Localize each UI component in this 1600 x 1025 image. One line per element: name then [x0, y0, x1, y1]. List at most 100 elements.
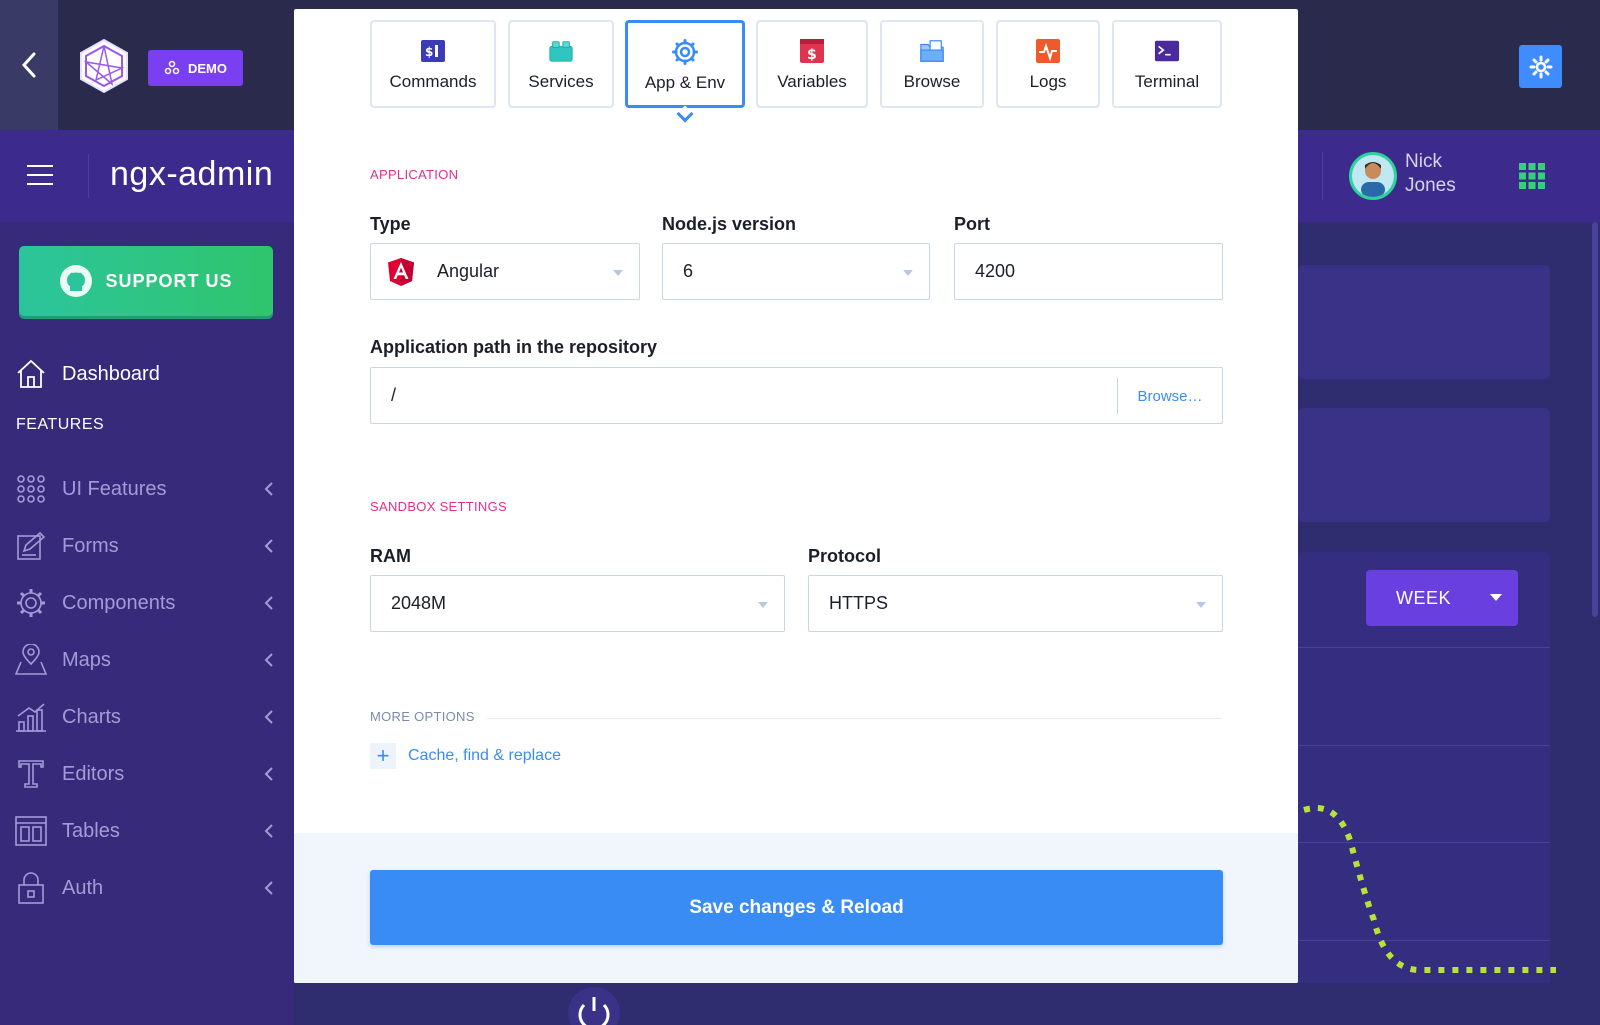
- support-us-label: SUPPORT US: [105, 270, 233, 291]
- scrollbar[interactable]: [1592, 222, 1598, 617]
- commands-icon: $: [420, 38, 446, 64]
- terminal-icon: [1154, 38, 1180, 64]
- power-icon: [568, 987, 620, 1025]
- sidebar-item-label: Forms: [62, 534, 119, 557]
- tab-app-env[interactable]: App & Env: [625, 20, 745, 108]
- tab-services[interactable]: Services: [508, 20, 614, 108]
- ram-select[interactable]: 2048M: [370, 575, 785, 632]
- dashboard-card: [1298, 408, 1550, 522]
- plus-icon[interactable]: +: [370, 743, 396, 769]
- sidebar-item-charts[interactable]: Charts: [14, 697, 284, 737]
- hamburger-menu-icon[interactable]: [25, 160, 55, 190]
- tab-label: Terminal: [1134, 72, 1200, 91]
- browse-button[interactable]: Browse…: [1117, 378, 1222, 414]
- dashboard-card: [1298, 265, 1550, 379]
- user-first-name: Nick: [1405, 151, 1442, 172]
- svg-text:$: $: [425, 45, 433, 59]
- cache-find-replace-link[interactable]: Cache, find & replace: [408, 747, 561, 765]
- settings-button[interactable]: [1519, 45, 1562, 88]
- sidebar-item-components[interactable]: Components: [14, 583, 284, 623]
- share-icon: [164, 60, 180, 75]
- chevron-left-icon: [264, 710, 273, 724]
- apps-grid-icon[interactable]: [1518, 162, 1546, 190]
- week-select[interactable]: WEEK: [1366, 570, 1518, 626]
- bar-chart-icon: [14, 700, 48, 734]
- tab-label: App & Env: [644, 73, 726, 92]
- sidebar-item-label: Tables: [62, 819, 120, 842]
- sidebar-item-forms[interactable]: Forms: [14, 526, 284, 566]
- tab-browse[interactable]: Browse: [880, 20, 984, 108]
- sidebar-item-label: Components: [62, 591, 176, 614]
- chevron-left-icon: [264, 653, 273, 667]
- user-name[interactable]: Nick Jones: [1405, 150, 1485, 198]
- chevron-left-icon: [21, 52, 36, 78]
- sidebar-item-maps[interactable]: Maps: [14, 640, 284, 680]
- sidebar-item-label: Dashboard: [62, 362, 160, 385]
- caret-down-icon: [1196, 602, 1206, 608]
- protocol-select[interactable]: HTTPS: [808, 575, 1223, 632]
- sidebar-item-editors[interactable]: Editors: [14, 754, 284, 794]
- lock-icon: [14, 871, 48, 905]
- chevron-left-icon: [264, 881, 273, 895]
- tab-variables[interactable]: $ Variables: [756, 20, 868, 108]
- sidebar-section-features: FEATURES: [16, 416, 105, 433]
- app-path-input[interactable]: / Browse…: [370, 367, 1223, 424]
- tab-label: Browse: [903, 72, 961, 91]
- sidebar-item-label: UI Features: [62, 477, 167, 500]
- avatar[interactable]: [1349, 152, 1397, 200]
- demo-label: DEMO: [188, 60, 227, 76]
- browse-icon: [919, 38, 945, 64]
- support-us-button[interactable]: SUPPORT US: [19, 246, 273, 316]
- logs-icon: [1035, 38, 1061, 64]
- angular-icon: [388, 257, 414, 286]
- caret-down-icon: [1490, 594, 1502, 601]
- github-icon: [60, 265, 93, 297]
- tab-label: Commands: [389, 72, 477, 91]
- app-path-label: Application path in the repository: [370, 337, 658, 357]
- type-label: Type: [370, 214, 411, 234]
- caret-down-icon: [903, 270, 913, 276]
- table-icon: [14, 814, 48, 848]
- chevron-left-icon: [264, 824, 273, 838]
- edit-icon: [14, 529, 48, 563]
- sidebar-item-dashboard[interactable]: Dashboard: [14, 354, 284, 394]
- tab-logs[interactable]: Logs: [996, 20, 1100, 108]
- grid-dots-icon: [14, 472, 48, 506]
- node-version-select[interactable]: 6: [662, 243, 930, 300]
- chevron-left-icon: [264, 767, 273, 781]
- app-path-value: /: [391, 385, 397, 405]
- save-reload-button[interactable]: Save changes & Reload: [370, 870, 1223, 945]
- back-button[interactable]: [0, 0, 58, 130]
- week-label: WEEK: [1396, 587, 1452, 608]
- port-input[interactable]: 4200: [954, 243, 1223, 300]
- chevron-left-icon: [264, 596, 273, 610]
- tab-label: Services: [528, 72, 594, 91]
- sidebar: SUPPORT US Dashboard FEATURES UI Feature…: [0, 222, 294, 1025]
- logo-icon: [80, 38, 128, 94]
- sidebar-item-auth[interactable]: Auth: [14, 868, 284, 908]
- caret-down-icon: [613, 270, 623, 276]
- sidebar-item-label: Editors: [62, 762, 125, 785]
- svg-text:$: $: [807, 47, 817, 63]
- tab-commands[interactable]: $ Commands: [370, 20, 496, 108]
- node-version-label: Node.js version: [662, 214, 797, 234]
- ram-value: 2048M: [391, 593, 447, 613]
- home-icon: [14, 357, 48, 391]
- app-settings-modal: $ Commands Services App & Env $ Variable…: [294, 9, 1298, 983]
- services-icon: [548, 38, 574, 64]
- tab-terminal[interactable]: Terminal: [1112, 20, 1222, 108]
- user-last-name: Jones: [1405, 175, 1456, 196]
- type-select[interactable]: Angular: [370, 243, 640, 300]
- tab-label: Variables: [777, 72, 847, 91]
- bottom-strip: [294, 983, 1600, 1025]
- type-value: Angular: [437, 261, 500, 281]
- app-title[interactable]: ngx-admin: [110, 155, 273, 194]
- sidebar-item-ui-features[interactable]: UI Features: [14, 469, 284, 509]
- user-avatar-icon: [1352, 155, 1394, 197]
- sidebar-item-tables[interactable]: Tables: [14, 811, 284, 851]
- chevron-left-icon: [264, 482, 273, 496]
- demo-badge[interactable]: DEMO: [148, 50, 243, 86]
- chart-gridline: [1298, 745, 1550, 746]
- sidebar-item-label: Auth: [62, 876, 104, 899]
- sidebar-item-label: Maps: [62, 648, 111, 671]
